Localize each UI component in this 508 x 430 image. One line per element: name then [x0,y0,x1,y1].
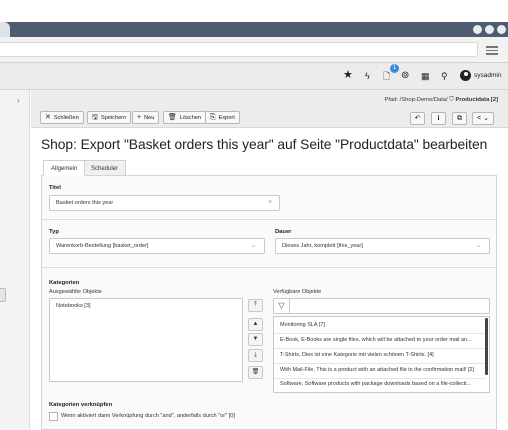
system-info-icon[interactable]: ▦ [421,71,430,81]
chevron-right-icon[interactable]: › [17,96,20,105]
bookmark-star-icon[interactable]: ★ [343,70,353,81]
search-icon[interactable]: ⚲ [441,71,448,81]
delete-button-label: Löschen [179,114,202,121]
move-up-button[interactable]: ▲ [248,318,263,331]
dauer-select[interactable]: Dieses Jahr, komplett [this_year] [275,238,490,254]
history-undo-icon[interactable]: ↶ [410,112,425,125]
username[interactable]: sysadmin [474,72,501,79]
browser-tab[interactable] [0,22,10,37]
help-icon[interactable]: ⊚ [401,71,409,81]
top-toolbar [0,63,508,90]
open-new-window-icon[interactable]: ⧉ [452,112,467,125]
move-to-top-button[interactable]: ⤒ [248,299,263,312]
trash-icon: 🗑 [168,114,177,121]
browser-menu-icon[interactable] [486,44,498,56]
breadcrumb-current-page[interactable]: Productdata [2] [455,97,498,103]
save-button-label: Speichern [100,114,127,121]
export-icon: ⎘ [210,114,216,121]
close-button[interactable]: ✕ Schließen [40,111,84,124]
open-documentation-icon[interactable]: 🗋 [383,71,390,81]
list-item[interactable]: T-Shirts, Dies ist eine Kategorie mit vi… [280,352,484,358]
save-icon: 🖫 [92,114,98,121]
save-button[interactable]: 🖫 Speichern [87,111,132,124]
tab-allgemein[interactable]: Allgemein [43,160,86,176]
list-item[interactable]: With Mail-File, This is a product with a… [280,367,484,373]
move-to-bottom-button[interactable]: ⤓ [248,349,263,362]
breadcrumb-path: Pfad: /Shop-Demo/Data/ [384,97,448,103]
chevron-down-icon: ⌄ [251,243,257,249]
export-button[interactable]: ⎘ Export [205,111,240,124]
info-icon[interactable]: i [431,112,446,125]
kategorien-label: Kategorien [49,280,80,286]
section-divider [42,219,496,220]
section-divider [42,267,496,268]
list-item[interactable]: E-Book, E-Books are single files, which … [280,337,484,343]
typ-select[interactable]: Warenkorb-Bestellung [basket_order] [49,238,265,254]
selected-objects-label: Ausgewählte Objekte [49,289,102,295]
delete-button[interactable]: 🗑 Löschen [163,111,207,124]
url-input[interactable] [0,42,478,57]
list-divider [274,348,486,349]
filter-icon: ▽ [274,299,290,313]
window-minimize-button[interactable] [473,25,482,34]
titel-label: Titel [49,185,61,191]
notification-badge: 1 [390,64,399,73]
chevron-down-icon: ⌄ [476,243,482,249]
export-button-label: Export [218,114,235,121]
page-title: Shop: Export "Basket orders this year" a… [41,137,488,152]
list-item[interactable]: Notebooks [3] [56,303,91,309]
list-scrollbar[interactable] [485,318,488,375]
breadcrumb: Pfad: /Shop-Demo/Data/ ⛉ Productdata [2] [300,97,498,104]
list-divider [274,378,486,379]
verknuepfen-checkbox[interactable] [49,412,58,421]
user-avatar-icon[interactable] [460,70,471,81]
window-maximize-button[interactable] [485,25,494,34]
available-objects-label: Verfügbare Objekte [273,289,322,295]
filter-input[interactable] [273,298,490,314]
window-close-button[interactable] [497,25,506,34]
remove-item-button[interactable]: 🗑 [248,366,263,379]
new-button[interactable]: + Neu [132,111,160,124]
list-divider [274,333,486,334]
flush-cache-icon[interactable]: ϟ [365,71,370,81]
tab-scheduler[interactable]: Scheduler [83,160,127,176]
share-menu-icon[interactable]: < ⌄ [472,112,494,125]
new-button-label: Neu [144,114,155,121]
dauer-label: Dauer [275,229,292,235]
move-down-button[interactable]: ▼ [248,333,263,346]
selected-objects-list[interactable] [49,298,243,382]
module-sidebar [0,90,30,430]
close-icon: ✕ [45,114,51,121]
verknuepfen-checkbox-label: Wenn aktiviert dann Verknüpfung durch "a… [61,413,235,419]
sidebar-collapse-handle[interactable] [0,288,6,302]
titel-input[interactable]: Basket orders this year [49,195,280,211]
list-divider [274,363,486,364]
list-item[interactable]: Monitoring SLA [7] [280,322,484,328]
clear-icon[interactable]: × [268,199,272,206]
browser-tab-bar [0,22,508,37]
list-item[interactable]: Software, Software products with package… [280,381,484,387]
verknuepfen-label: Kategorien verknüpfen [49,402,113,408]
close-button-label: Schließen [53,114,79,121]
plus-icon: + [137,114,142,121]
typ-label: Typ [49,229,59,235]
